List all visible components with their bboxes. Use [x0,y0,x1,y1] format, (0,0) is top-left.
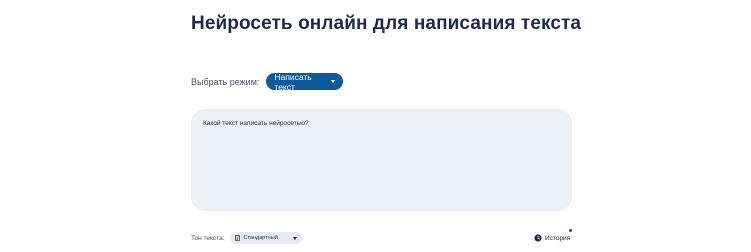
tone-row: Тон текста: Стандартный [191,232,303,244]
mode-select-value: Написать текст [274,71,312,92]
tone-select-value: Стандартный [243,235,278,241]
prompt-input[interactable] [203,120,560,200]
document-icon [235,235,241,241]
history-notification-badge [569,229,572,232]
chevron-down-icon [331,80,336,83]
chevron-down-icon [293,236,298,240]
mode-row: Выбрать режим: Написать текст [191,71,344,92]
mode-label: Выбрать режим: [191,76,260,87]
tone-select-button[interactable]: Стандартный [230,232,303,244]
history-link[interactable]: История [534,232,570,244]
page-title: Нейросеть онлайн для написания текста [191,13,582,34]
tone-label: Тон текста: [191,234,225,242]
history-label: История [545,234,571,242]
clock-icon [534,234,542,242]
mode-select-button[interactable]: Написать текст [266,71,344,92]
prompt-box [191,109,572,211]
